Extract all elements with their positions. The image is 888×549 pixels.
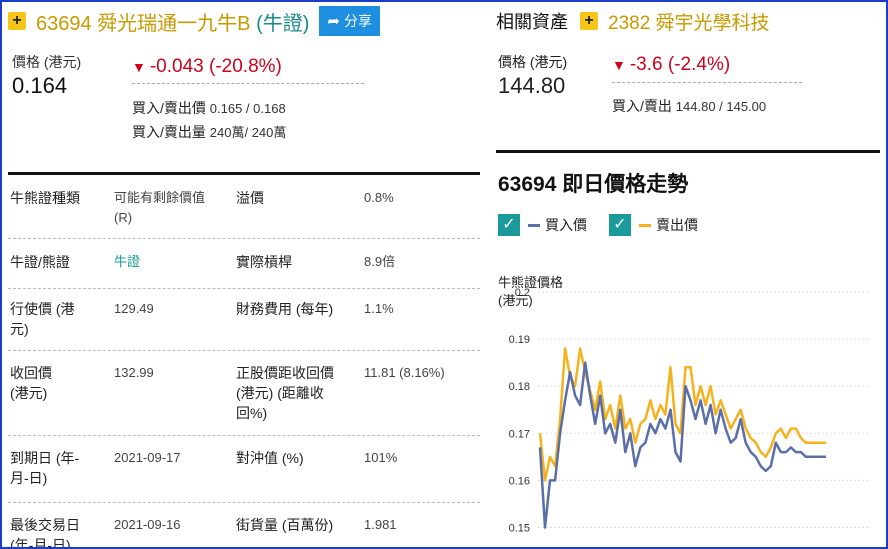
info-value: 0.8% xyxy=(364,190,394,205)
price-value: 0.164 xyxy=(12,73,68,98)
info-key: 街貨量 (百萬份) xyxy=(236,517,334,533)
info-value: 132.99 xyxy=(114,365,154,380)
info-key: 財務費用 (每年) xyxy=(236,301,334,317)
share-arrow-icon: ➦ xyxy=(327,13,340,30)
chart-legend: ✓ 買入價 ✓ 賣出價 xyxy=(498,214,720,236)
info-value-link[interactable]: 牛證 xyxy=(114,252,140,272)
info-value: 2021-09-16 xyxy=(114,517,181,532)
info-key: 實際槓桿 xyxy=(236,254,292,270)
info-key: 到期日 (年-月-日) xyxy=(10,450,80,486)
warrant-category: (牛證) xyxy=(256,12,310,35)
y-tick-label: 0.2 xyxy=(515,287,530,299)
legend-ask-swatch xyxy=(639,223,651,227)
info-key: 行使價 (港元) xyxy=(10,301,75,337)
y-tick-label: 0.17 xyxy=(509,428,530,440)
legend-ask-toggle[interactable]: ✓ 賣出價 xyxy=(609,214,698,236)
add-related-watchlist-button[interactable]: + xyxy=(580,12,598,30)
info-value: 可能有剩餘價值 (R) xyxy=(114,190,206,225)
y-tick-label: 0.19 xyxy=(509,334,530,346)
y-tick-label: 0.18 xyxy=(509,381,530,393)
info-key: 收回價 (港元) xyxy=(10,365,52,401)
info-value: 129.49 xyxy=(114,301,154,316)
add-watchlist-button[interactable]: + xyxy=(8,12,26,30)
table-row: 牛證/熊證 牛證 實際槓桿 8.9倍 xyxy=(8,239,480,289)
info-value: 1.1% xyxy=(364,301,394,316)
table-row: 收回價 (港元) 132.99 正股價距收回價 (港元) (距離收回%) 11.… xyxy=(8,351,480,436)
price-label: 價格 (港元) xyxy=(12,54,82,70)
related-bid-ask: 買入/賣出 144.80 / 145.00 xyxy=(612,96,766,116)
info-key: 牛證/熊證 xyxy=(10,254,70,270)
divider xyxy=(132,83,364,84)
related-change-value: -3.6 (-2.4%) xyxy=(629,54,731,75)
legend-ask-label: 賣出價 xyxy=(656,217,698,233)
info-value: 8.9倍 xyxy=(364,254,396,269)
bid-ask-vol-label: 買入/賣出量 xyxy=(132,124,206,140)
price-chart[interactable]: 0.2 0.19 0.18 0.17 0.16 0.15 xyxy=(496,268,880,549)
info-key: 牛熊證種類 xyxy=(10,190,80,206)
warrant-title: 63694 舜光瑞通一九牛B (牛證) xyxy=(36,7,309,36)
related-stock-link[interactable]: 2382 舜宇光學科技 xyxy=(608,8,770,35)
bid-ask-value: 0.165 / 0.168 xyxy=(209,101,286,116)
warrant-panel: + 63694 舜光瑞通一九牛B (牛證) ➦ 分享 價格 (港元) 0.164… xyxy=(8,2,480,549)
info-key: 對沖值 (%) xyxy=(236,450,304,466)
y-tick-label: 0.16 xyxy=(509,475,530,487)
bid-ask-volume: 買入/賣出量 240萬/ 240萬 xyxy=(132,122,286,142)
info-key: 溢價 xyxy=(236,190,264,206)
info-value: 2021-09-17 xyxy=(114,450,181,465)
related-bid-ask-label: 買入/賣出 xyxy=(612,98,672,114)
divider xyxy=(612,82,802,83)
price-change-value: -0.043 (-20.8%) xyxy=(149,56,282,77)
related-asset-panel: 相關資產 + 2382 舜宇光學科技 價格 (港元) 144.80 ▼ -3.6 … xyxy=(496,2,886,549)
bid-ask-price: 買入/賣出價 0.165 / 0.168 xyxy=(132,98,286,118)
page-frame: + 63694 舜光瑞通一九牛B (牛證) ➦ 分享 價格 (港元) 0.164… xyxy=(0,0,888,549)
share-button[interactable]: ➦ 分享 xyxy=(319,6,380,36)
bid-ask-vol-value: 240萬/ 240萬 xyxy=(209,125,287,140)
info-key: 正股價距收回價 (港元) (距離收回%) xyxy=(236,365,334,421)
related-label: 相關資產 xyxy=(496,12,568,32)
info-value: 1.981 xyxy=(364,517,397,532)
chart-title: 63694 即日價格走勢 xyxy=(498,173,689,196)
related-price-value: 144.80 xyxy=(498,73,566,98)
price-change: ▼ -0.043 (-20.8%) xyxy=(132,56,282,78)
warrant-code: 63694 xyxy=(36,12,92,35)
table-row: 牛熊證種類 可能有剩餘價值 (R) 溢價 0.8% xyxy=(8,175,480,239)
related-price-change: ▼ -3.6 (-2.4%) xyxy=(612,54,730,76)
section-divider xyxy=(496,150,880,153)
legend-bid-toggle[interactable]: ✓ 買入價 xyxy=(498,214,587,236)
warrant-title-row: + 63694 舜光瑞通一九牛B (牛證) ➦ 分享 xyxy=(8,6,380,36)
info-key: 最後交易日 (年-月-日) xyxy=(10,517,80,549)
related-price-label: 價格 (港元) xyxy=(498,54,568,70)
warrant-info-table: 牛熊證種類 可能有剩餘價值 (R) 溢價 0.8% 牛證/熊證 牛證 實際槓桿 … xyxy=(8,175,480,549)
related-bid-ask-value: 144.80 / 145.00 xyxy=(675,99,767,114)
info-value: 11.81 (8.16%) xyxy=(364,365,445,380)
legend-bid-swatch xyxy=(528,223,540,227)
checkbox-checked-icon[interactable]: ✓ xyxy=(609,214,631,236)
legend-bid-label: 買入價 xyxy=(545,217,587,233)
table-row: 行使價 (港元) 129.49 財務費用 (每年) 1.1% xyxy=(8,289,480,351)
y-tick-label: 0.15 xyxy=(509,522,530,534)
table-row: 最後交易日 (年-月-日) 2021-09-16 街貨量 (百萬份) 1.981 xyxy=(8,503,480,549)
warrant-name: 舜光瑞通一九牛B xyxy=(97,12,251,35)
bid-ask-label: 買入/賣出價 xyxy=(132,100,206,116)
info-value: 101% xyxy=(364,450,398,465)
table-row: 到期日 (年-月-日) 2021-09-17 對沖值 (%) 101% xyxy=(8,436,480,503)
down-triangle-icon: ▼ xyxy=(612,57,626,73)
share-label: 分享 xyxy=(344,13,372,29)
down-triangle-icon: ▼ xyxy=(132,59,146,75)
checkbox-checked-icon[interactable]: ✓ xyxy=(498,214,520,236)
related-title-row: 相關資產 + 2382 舜宇光學科技 xyxy=(496,6,770,36)
